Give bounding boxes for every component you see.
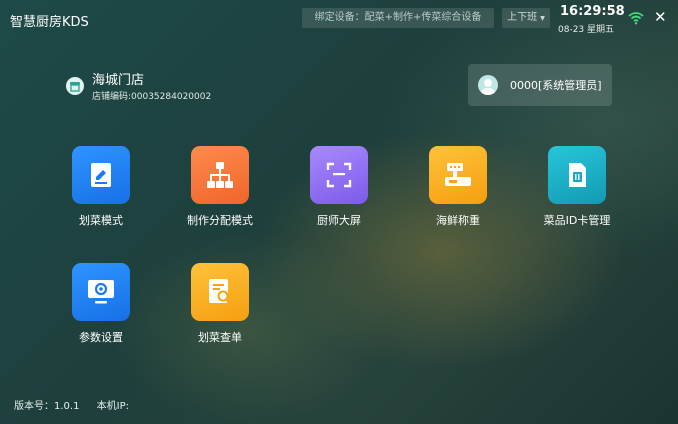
clock-date: 08-23 星期五 bbox=[558, 25, 615, 35]
footer: 版本号：1.0.1 本机IP: bbox=[14, 397, 143, 412]
wifi-icon bbox=[628, 12, 644, 25]
tile-label: 海鲜称重 bbox=[436, 214, 480, 227]
tile-production-allocation[interactable]: 制作分配模式 bbox=[170, 146, 270, 236]
store-code: 店铺编码:00035284020002 bbox=[92, 92, 212, 102]
tile-label: 菜品ID卡管理 bbox=[543, 214, 611, 227]
fullscreen-icon bbox=[310, 146, 368, 204]
app-title: 智慧厨房KDS bbox=[10, 15, 89, 30]
close-icon[interactable]: ✕ bbox=[654, 9, 667, 25]
store-name: 海城门店 bbox=[92, 73, 145, 88]
top-bar: 智慧厨房KDS 绑定设备：配菜+制作+传菜综合设备 上下班 ▼ 16:29:58… bbox=[0, 0, 678, 38]
chevron-down-icon: ▼ bbox=[540, 15, 545, 22]
sim-card-icon bbox=[548, 146, 606, 204]
tile-label: 制作分配模式 bbox=[187, 214, 253, 227]
user-name: 0000[系统管理员] bbox=[510, 79, 602, 92]
edit-document-icon bbox=[72, 146, 130, 204]
tile-dish-id-card[interactable]: 菜品ID卡管理 bbox=[527, 146, 627, 236]
tile-chef-big-screen[interactable]: 厨师大屏 bbox=[289, 146, 389, 236]
device-binding-label[interactable]: 绑定设备：配菜+制作+传菜综合设备 bbox=[302, 8, 494, 28]
tile-order-lookup[interactable]: 划菜查单 bbox=[170, 263, 270, 353]
avatar bbox=[478, 75, 498, 95]
hierarchy-icon bbox=[191, 146, 249, 204]
tile-seafood-weighing[interactable]: 海鲜称重 bbox=[408, 146, 508, 236]
tile-dish-marking-mode[interactable]: 划菜模式 bbox=[51, 146, 151, 236]
search-document-icon bbox=[191, 263, 249, 321]
monitor-settings-icon bbox=[72, 263, 130, 321]
ip-label: 本机IP: bbox=[96, 401, 129, 412]
store-icon bbox=[66, 77, 84, 95]
tile-label: 厨师大屏 bbox=[317, 214, 361, 227]
shift-button[interactable]: 上下班 ▼ bbox=[502, 8, 550, 28]
clock-time: 16:29:58 bbox=[560, 4, 625, 19]
tile-parameter-settings[interactable]: 参数设置 bbox=[51, 263, 151, 353]
shift-button-label: 上下班 bbox=[507, 12, 538, 23]
tile-label: 划菜查单 bbox=[198, 331, 242, 344]
tile-label: 划菜模式 bbox=[79, 214, 123, 227]
scale-icon bbox=[429, 146, 487, 204]
tile-label: 参数设置 bbox=[79, 331, 123, 344]
user-badge[interactable]: 0000[系统管理员] bbox=[468, 64, 612, 106]
version-label: 版本号：1.0.1 bbox=[14, 401, 80, 412]
